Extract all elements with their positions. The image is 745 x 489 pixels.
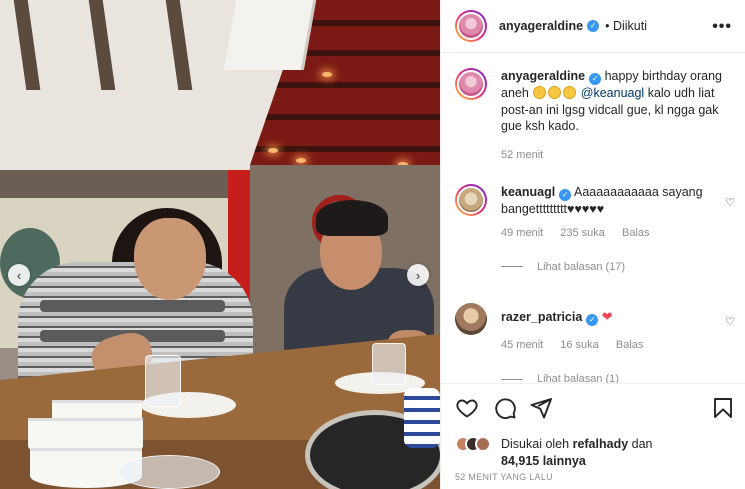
verified-badge-icon: ✓ <box>589 73 602 85</box>
commenter-avatar[interactable] <box>455 303 487 335</box>
heart-icon[interactable]: ♡ <box>725 196 735 209</box>
comment-meta: 49 menit 235 suka Balas <box>501 227 737 239</box>
comment-time[interactable]: 49 menit <box>501 227 543 239</box>
liker-username[interactable]: refalhady <box>573 437 629 451</box>
bookmark-icon[interactable] <box>711 396 735 420</box>
post-timestamp[interactable]: 52 MENIT YANG LALU <box>455 472 553 482</box>
person-left-face <box>134 218 206 300</box>
reply-button[interactable]: Balas <box>622 227 650 239</box>
air-conditioner <box>223 0 317 70</box>
mention-link[interactable]: @keanuagl <box>581 86 644 100</box>
follow-status-label: Diikuti <box>612 19 647 33</box>
blue-white-cup <box>404 388 440 448</box>
comments-list: anyageraldine ✓ happy birthday orang aneh… <box>441 53 745 383</box>
liker-avatar <box>475 436 491 452</box>
action-bar <box>455 396 735 422</box>
liked-by-prefix: Disukai oleh <box>501 437 570 451</box>
share-icon[interactable] <box>529 396 553 420</box>
verified-badge-icon: ✓ <box>586 314 599 326</box>
comment-username[interactable]: keanuagl <box>501 185 555 199</box>
liked-by-text: Disukai oleh refalhady dan 84,915 lainny… <box>501 436 653 469</box>
post-photo[interactable]: ‹ › <box>0 0 440 489</box>
comment-item: razer_patricia ✓ ❤ ♡ 45 menit 16 suka Bal… <box>455 303 737 383</box>
author-avatar[interactable] <box>455 68 487 100</box>
comment-body: ❤ <box>601 309 613 324</box>
post-header: anyageraldine ✓ • Diikuti ••• <box>441 0 745 53</box>
liked-by-conj: dan <box>631 437 653 451</box>
heart-icon[interactable]: ♡ <box>725 315 735 328</box>
caption-text: anyageraldine ✓ happy birthday orang aneh… <box>501 68 737 135</box>
comment-likes[interactable]: 235 suka <box>560 227 605 239</box>
liked-by: Disukai oleh refalhady dan 84,915 lainny… <box>455 436 653 469</box>
divider <box>501 378 523 380</box>
view-replies-label: Lihat balasan (17) <box>537 260 626 273</box>
comment-time[interactable]: 45 menit <box>501 339 543 351</box>
face-emoji-icon <box>563 86 577 99</box>
wall-trim <box>0 170 230 200</box>
chevron-right-icon[interactable]: › <box>407 264 429 286</box>
comment-icon[interactable] <box>493 396 517 420</box>
verified-badge-icon: ✓ <box>587 20 600 32</box>
comment-meta: 45 menit 16 suka Balas <box>501 339 737 351</box>
view-replies-button[interactable]: Lihat balasan (1) <box>501 373 737 383</box>
comment-text: keanuagl ✓ Aaaaaaaaaaaa sayang bangettttt… <box>501 184 737 218</box>
commenter-avatar[interactable] <box>455 184 487 216</box>
person-right-hair <box>316 200 388 236</box>
caption-meta: 52 menit <box>501 149 737 161</box>
water-glass <box>372 343 406 385</box>
face-emoji-icon <box>533 86 547 99</box>
caption-username[interactable]: anyageraldine <box>501 69 585 83</box>
chevron-left-icon[interactable]: ‹ <box>8 264 30 286</box>
more-horizontal-icon[interactable]: ••• <box>712 18 732 36</box>
comment-text: razer_patricia ✓ ❤ <box>501 303 737 326</box>
ceiling-lamp <box>322 72 332 77</box>
divider <box>501 266 523 267</box>
heart-icon[interactable] <box>455 396 479 420</box>
comment-likes[interactable]: 16 suka <box>560 339 599 351</box>
verified-badge-icon: ✓ <box>559 189 572 201</box>
glass-bowl <box>118 455 220 489</box>
water-glass <box>145 355 181 407</box>
caption-time[interactable]: 52 menit <box>501 149 543 161</box>
follow-status[interactable]: • Diikuti <box>605 19 647 33</box>
author-avatar[interactable] <box>455 10 487 42</box>
view-replies-label: Lihat balasan (1) <box>537 373 619 383</box>
comment-item: keanuagl ✓ Aaaaaaaaaaaa sayang bangettttt… <box>455 184 737 273</box>
face-emoji-icon <box>548 86 562 99</box>
author-username[interactable]: anyageraldine <box>499 19 583 33</box>
caption: anyageraldine ✓ happy birthday orang aneh… <box>455 68 737 161</box>
view-replies-button[interactable]: Lihat balasan (17) <box>501 261 737 273</box>
comment-username[interactable]: razer_patricia <box>501 310 582 324</box>
post-sidebar: anyageraldine ✓ • Diikuti ••• anyagerald… <box>440 0 745 489</box>
ceiling-lamp <box>296 158 306 163</box>
ceiling-lamp <box>268 148 278 153</box>
reply-button[interactable]: Balas <box>616 339 644 351</box>
likes-count[interactable]: 84,915 lainnya <box>501 454 586 468</box>
